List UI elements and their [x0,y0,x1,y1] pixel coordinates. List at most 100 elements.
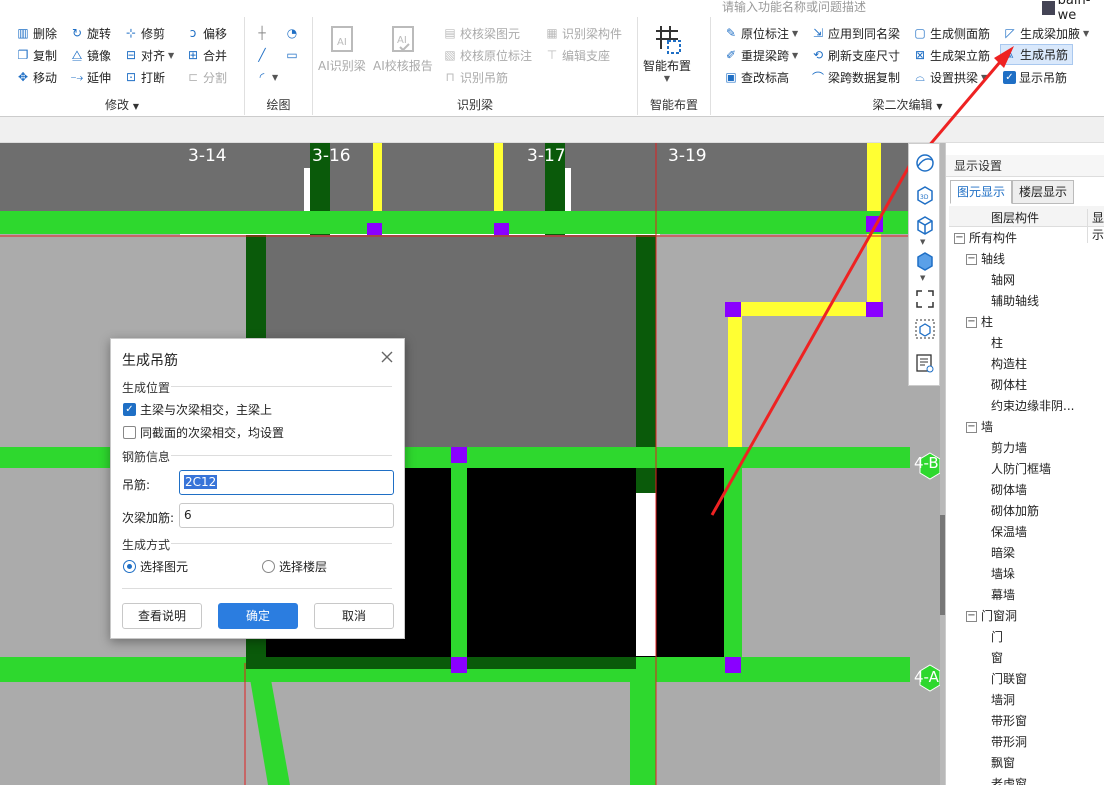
tab-element-display[interactable]: 图元显示 [950,180,1013,204]
dark-beam[interactable] [246,657,636,669]
edit-support-button[interactable]: ⊤ 编辑支座 [545,45,610,65]
support-marker[interactable] [367,223,382,235]
tree-item[interactable]: 窗 [949,648,1104,669]
show-hanger-checkbox[interactable]: ✓ 显示吊筋 [1003,67,1067,87]
yellow-beam[interactable] [728,302,881,316]
collapse-icon[interactable]: − [966,611,977,622]
chevron-down-icon[interactable]: ▼ [920,274,925,282]
close-icon[interactable] [379,349,395,365]
green-beam[interactable] [724,468,742,657]
arc-tool-button[interactable]: ◜ ▼ [255,67,278,87]
check-beam-element-button[interactable]: ▤ 校核梁图元 [443,23,520,43]
ai-check-report-button[interactable]: AI AI校核报告 [373,23,433,74]
tree-item[interactable]: − 墙 [949,417,1104,438]
secondary-rebar-input[interactable]: 6 [179,503,394,528]
support-marker[interactable] [866,302,883,317]
rect-tool-button[interactable]: ▭ [285,45,299,65]
refresh-support-size-button[interactable]: ⟲ 刷新支座尺寸 [811,45,900,65]
green-beam[interactable] [451,447,467,667]
solid-cube-icon[interactable] [914,250,936,272]
cancel-button[interactable]: 取消 [314,603,394,629]
tree-item[interactable]: 带形洞 [949,732,1104,753]
gen-hanger-rebar-button[interactable]: ⩓ 生成吊筋 [1000,44,1074,65]
recognize-hanger-button[interactable]: ⊓ 识别吊筋 [443,67,508,87]
tree-item[interactable]: 暗梁 [949,543,1104,564]
chevron-down-icon[interactable]: ▼ [920,238,925,246]
re-extract-span-button[interactable]: ✐ 重提梁跨 ▼ [724,45,798,65]
apply-same-name-button[interactable]: ⇲ 应用到同名梁 [811,23,900,43]
origin-annotation-button[interactable]: ✎ 原位标注 ▼ [724,23,798,43]
tree-item[interactable]: 人防门框墙 [949,459,1104,480]
check-elevation-button[interactable]: ▣ 查改标高 [724,67,789,87]
cube-view-icon[interactable] [914,214,936,236]
same-section-checkbox[interactable]: 同截面的次梁相交，均设置 [123,424,284,441]
tree-item[interactable]: 保温墙 [949,522,1104,543]
collapse-icon[interactable]: − [966,422,977,433]
tree-item[interactable]: 砌体加筋 [949,501,1104,522]
collapse-icon[interactable]: − [954,233,965,244]
copy-span-data-button[interactable]: ⌒ 梁跨数据复制 [811,67,900,87]
tree-item[interactable]: − 所有构件 [949,228,1104,249]
copy-button[interactable]: ❐ 复制 [16,45,57,65]
tree-item[interactable]: − 轴线 [949,249,1104,270]
green-beam[interactable] [0,211,910,234]
move-button[interactable]: ✥ 移动 [16,67,57,87]
circle-tool-button[interactable]: ◔ [285,23,299,43]
tree-item[interactable]: 老虎窗 [949,774,1104,785]
point-tool-button[interactable]: ┼ [255,23,269,43]
radio-select-element[interactable]: 选择图元 [123,558,188,575]
function-search-input[interactable]: 请输入功能名称或问题描述 [718,0,1038,16]
view-3d-icon[interactable]: 3D [914,184,936,206]
tree-item[interactable]: 门 [949,627,1104,648]
line-tool-button[interactable]: ╱ [255,45,269,65]
tree-item[interactable]: − 门窗洞 [949,606,1104,627]
yellow-beam[interactable] [728,302,742,447]
support-marker[interactable] [451,657,467,673]
rotate-button[interactable]: ↻ 旋转 [70,23,111,43]
hanger-rebar-input[interactable]: 2C12 [179,470,394,495]
mirror-button[interactable]: ⧋ 镜像 [70,45,111,65]
tree-item[interactable]: 墙洞 [949,690,1104,711]
gen-beam-haunch-button[interactable]: ◸ 生成梁加腋 ▼ [1003,23,1089,43]
tree-item[interactable]: − 柱 [949,312,1104,333]
fit-view-icon[interactable] [914,288,936,310]
tree-item[interactable]: 带形窗 [949,711,1104,732]
tree-item[interactable]: 约束边缘非阴... [949,396,1104,417]
tree-item[interactable]: 墙垛 [949,564,1104,585]
orbit-icon[interactable] [914,152,936,174]
support-marker[interactable] [725,302,741,317]
tree-item[interactable]: 构造柱 [949,354,1104,375]
recognize-beam-member-button[interactable]: ▦ 识别梁构件 [545,23,622,43]
help-button[interactable]: 查看说明 [122,603,202,629]
tree-item[interactable]: 辅助轴线 [949,291,1104,312]
tree-item[interactable]: 砌体柱 [949,375,1104,396]
align-button[interactable]: ⊟ 对齐 ▼ [124,45,174,65]
offset-button[interactable]: ↄ 偏移 [186,23,227,43]
tree-item[interactable]: 门联窗 [949,669,1104,690]
ok-button[interactable]: 确定 [218,603,298,629]
extend-button[interactable]: ⤍ 延伸 [70,67,111,87]
tree-item[interactable]: 柱 [949,333,1104,354]
tree-item[interactable]: 幕墙 [949,585,1104,606]
collapse-icon[interactable]: − [966,254,977,265]
user-info[interactable]: bain-we [1042,0,1104,23]
trim-button[interactable]: ⊹ 修剪 [124,23,165,43]
green-beam[interactable] [630,682,656,785]
set-arch-beam-button[interactable]: ⌓ 设置拱梁 ▼ [913,67,987,87]
smart-layout-button[interactable]: 智能布置 ▼ [643,23,691,83]
support-marker[interactable] [451,447,467,463]
check-origin-annotation-button[interactable]: ▧ 校核原位标注 [443,45,532,65]
tree-item[interactable]: 剪力墙 [949,438,1104,459]
split-button[interactable]: ⊏ 分割 [186,67,227,87]
collapse-icon[interactable]: − [966,317,977,328]
support-marker[interactable] [725,657,741,673]
tree-item[interactable]: 轴网 [949,270,1104,291]
tree-item[interactable]: 飘窗 [949,753,1104,774]
gen-side-rebar-button[interactable]: ▢ 生成侧面筋 [913,23,990,43]
merge-button[interactable]: ⊞ 合并 [186,45,227,65]
support-marker[interactable] [494,223,509,235]
ai-recognize-beam-button[interactable]: AI AI识别梁 [318,23,366,74]
tab-floor-display[interactable]: 楼层显示 [1012,180,1075,204]
select-cube-icon[interactable] [914,318,936,340]
tree-item[interactable]: 砌体墙 [949,480,1104,501]
